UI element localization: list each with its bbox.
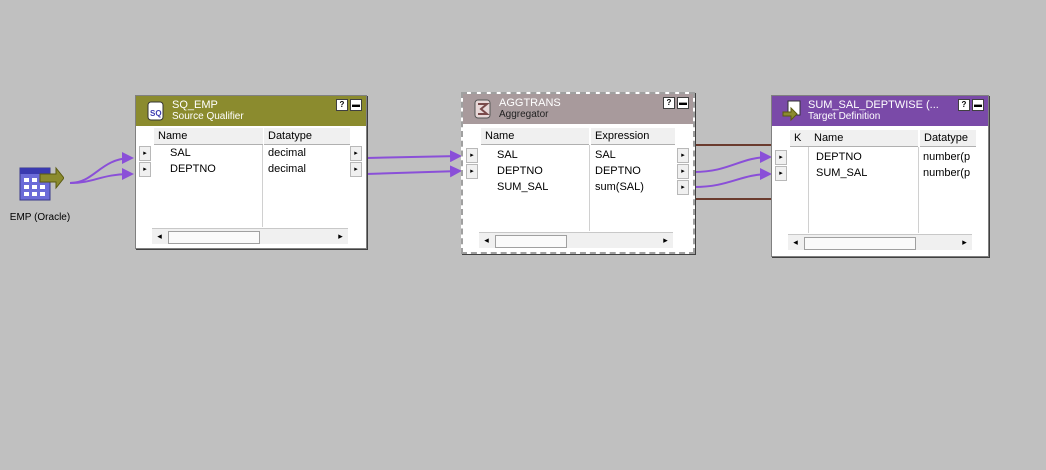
agg-hscrollbar[interactable]: ◂ ▸: [479, 232, 673, 248]
link-src-deptno: [69, 168, 134, 184]
agg-row-deptno-expr[interactable]: DEPTNO: [595, 164, 641, 179]
sq-row-sal-type[interactable]: decimal: [268, 146, 306, 161]
sq-title: SQ_EMP: [172, 99, 218, 111]
target-hscrollbar[interactable]: ◂ ▸: [788, 234, 972, 250]
agg-row-deptno-name[interactable]: DEPTNO: [497, 164, 543, 179]
target-in-port-deptno[interactable]: ▸: [775, 150, 787, 165]
target-row-sumsal-name[interactable]: SUM_SAL: [816, 166, 867, 181]
aggregator-icon: [473, 98, 493, 120]
agg-row-sal-name[interactable]: SAL: [497, 148, 518, 163]
sq-row-deptno-type[interactable]: decimal: [268, 162, 306, 177]
minimize-button[interactable]: ▬: [677, 97, 689, 109]
target-definition-icon: [782, 100, 802, 122]
svg-text:SQ: SQ: [150, 109, 162, 118]
agg-col-name[interactable]: Name: [481, 128, 589, 145]
minimize-button[interactable]: ▬: [350, 99, 362, 111]
link-src-sal: [69, 152, 134, 184]
sq-out-port-sal[interactable]: ▸: [350, 146, 362, 161]
target-title: SUM_SAL_DEPTWISE (...: [808, 99, 939, 111]
sq-in-port-deptno[interactable]: ▸: [139, 162, 151, 177]
agg-col-expression[interactable]: Expression: [591, 128, 675, 145]
target-col-name[interactable]: Name: [810, 130, 918, 147]
sq-out-port-deptno[interactable]: ▸: [350, 162, 362, 177]
agg-header[interactable]: AGGTRANS Aggregator ? ▬: [463, 94, 693, 124]
sq-row-deptno-name[interactable]: DEPTNO: [170, 162, 216, 177]
source-label: EMP (Oracle): [9, 212, 71, 223]
sq-hscrollbar[interactable]: ◂ ▸: [152, 228, 348, 244]
agg-in-port-deptno[interactable]: ▸: [466, 164, 478, 179]
agg-row-sal-expr[interactable]: SAL: [595, 148, 616, 163]
sq-row-sal-name[interactable]: SAL: [170, 146, 191, 161]
scroll-right-icon[interactable]: ▸: [659, 234, 672, 247]
scroll-thumb[interactable]: [804, 237, 916, 250]
source-qualifier-icon: SQ: [146, 100, 166, 122]
agg-in-port-sal[interactable]: ▸: [466, 148, 478, 163]
sq-col-datatype[interactable]: Datatype: [264, 128, 350, 145]
target-definition-box[interactable]: SUM_SAL_DEPTWISE (... Target Definition …: [771, 95, 989, 257]
link-agg-tgt-sumsal: [693, 168, 772, 188]
target-type: Target Definition: [808, 111, 881, 122]
scroll-thumb[interactable]: [495, 235, 567, 248]
scroll-thumb[interactable]: [168, 231, 260, 244]
agg-row-sumsal-expr[interactable]: sum(SAL): [595, 180, 644, 195]
scroll-left-icon[interactable]: ◂: [480, 234, 493, 247]
target-col-datatype[interactable]: Datatype: [920, 130, 976, 147]
agg-row-sumsal-name[interactable]: SUM_SAL: [497, 180, 548, 195]
target-col-key[interactable]: K: [790, 130, 810, 147]
target-row-deptno-name[interactable]: DEPTNO: [816, 150, 862, 165]
agg-type: Aggregator: [499, 109, 549, 120]
link-sq-agg-deptno: [365, 165, 462, 178]
target-row-sumsal-type[interactable]: number(p: [923, 166, 973, 181]
help-button[interactable]: ?: [336, 99, 348, 111]
scroll-right-icon[interactable]: ▸: [958, 236, 971, 249]
source-qualifier-box[interactable]: SQ SQ_EMP Source Qualifier ? ▬ Name Data…: [135, 95, 367, 249]
sq-type: Source Qualifier: [172, 111, 244, 122]
sq-in-port-sal[interactable]: ▸: [139, 146, 151, 161]
help-button[interactable]: ?: [663, 97, 675, 109]
sq-col-name[interactable]: Name: [154, 128, 263, 145]
link-agg-tgt-deptno: [693, 151, 772, 173]
agg-out-port-sal[interactable]: ▸: [677, 148, 689, 163]
agg-out-port-sumsal[interactable]: ▸: [677, 180, 689, 195]
source-icon[interactable]: [18, 160, 65, 206]
aggregator-box[interactable]: AGGTRANS Aggregator ? ▬ Name Expression …: [461, 92, 695, 254]
scroll-left-icon[interactable]: ◂: [153, 230, 166, 243]
scroll-right-icon[interactable]: ▸: [334, 230, 347, 243]
help-button[interactable]: ?: [958, 99, 970, 111]
link-sq-agg-sal: [365, 150, 462, 163]
target-in-port-sumsal[interactable]: ▸: [775, 166, 787, 181]
target-header[interactable]: SUM_SAL_DEPTWISE (... Target Definition …: [772, 96, 988, 126]
agg-title: AGGTRANS: [499, 97, 561, 109]
mapping-canvas[interactable]: EMP (Oracle) SQ SQ_EMP Source Qualifier …: [0, 0, 1046, 470]
target-row-deptno-type[interactable]: number(p: [923, 150, 973, 165]
minimize-button[interactable]: ▬: [972, 99, 984, 111]
agg-out-port-deptno[interactable]: ▸: [677, 164, 689, 179]
scroll-left-icon[interactable]: ◂: [789, 236, 802, 249]
sq-header[interactable]: SQ SQ_EMP Source Qualifier ? ▬: [136, 96, 366, 126]
